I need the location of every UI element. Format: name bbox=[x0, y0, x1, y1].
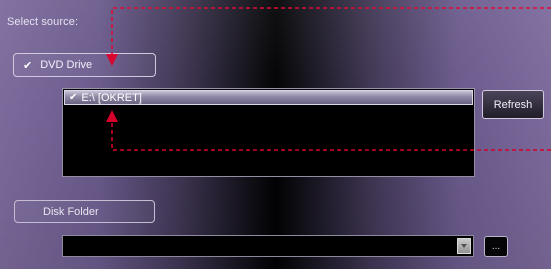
chevron-down-icon[interactable] bbox=[457, 238, 471, 254]
disk-folder-label: Disk Folder bbox=[43, 205, 99, 218]
disk-folder-option[interactable]: Disk Folder bbox=[14, 200, 155, 223]
folder-path-combo[interactable] bbox=[62, 235, 474, 257]
drive-item-label: E:\ [OKRET] bbox=[81, 91, 142, 104]
dvd-drive-label: DVD Drive bbox=[40, 59, 93, 71]
annotation-line-top bbox=[111, 7, 551, 54]
select-source-label: Select source: bbox=[7, 16, 79, 28]
drive-list[interactable]: ✔ E:\ [OKRET] bbox=[62, 88, 475, 177]
check-icon: ✔ bbox=[69, 92, 78, 103]
refresh-button[interactable]: Refresh bbox=[482, 90, 544, 119]
check-icon: ✔ bbox=[23, 59, 33, 72]
dialog-background: Select source: ✔ DVD Drive ✔ E:\ [OKRET]… bbox=[0, 0, 551, 269]
dvd-drive-option[interactable]: ✔ DVD Drive bbox=[13, 53, 156, 77]
drive-list-item[interactable]: ✔ E:\ [OKRET] bbox=[64, 90, 473, 105]
browse-button[interactable]: ... bbox=[484, 236, 508, 257]
